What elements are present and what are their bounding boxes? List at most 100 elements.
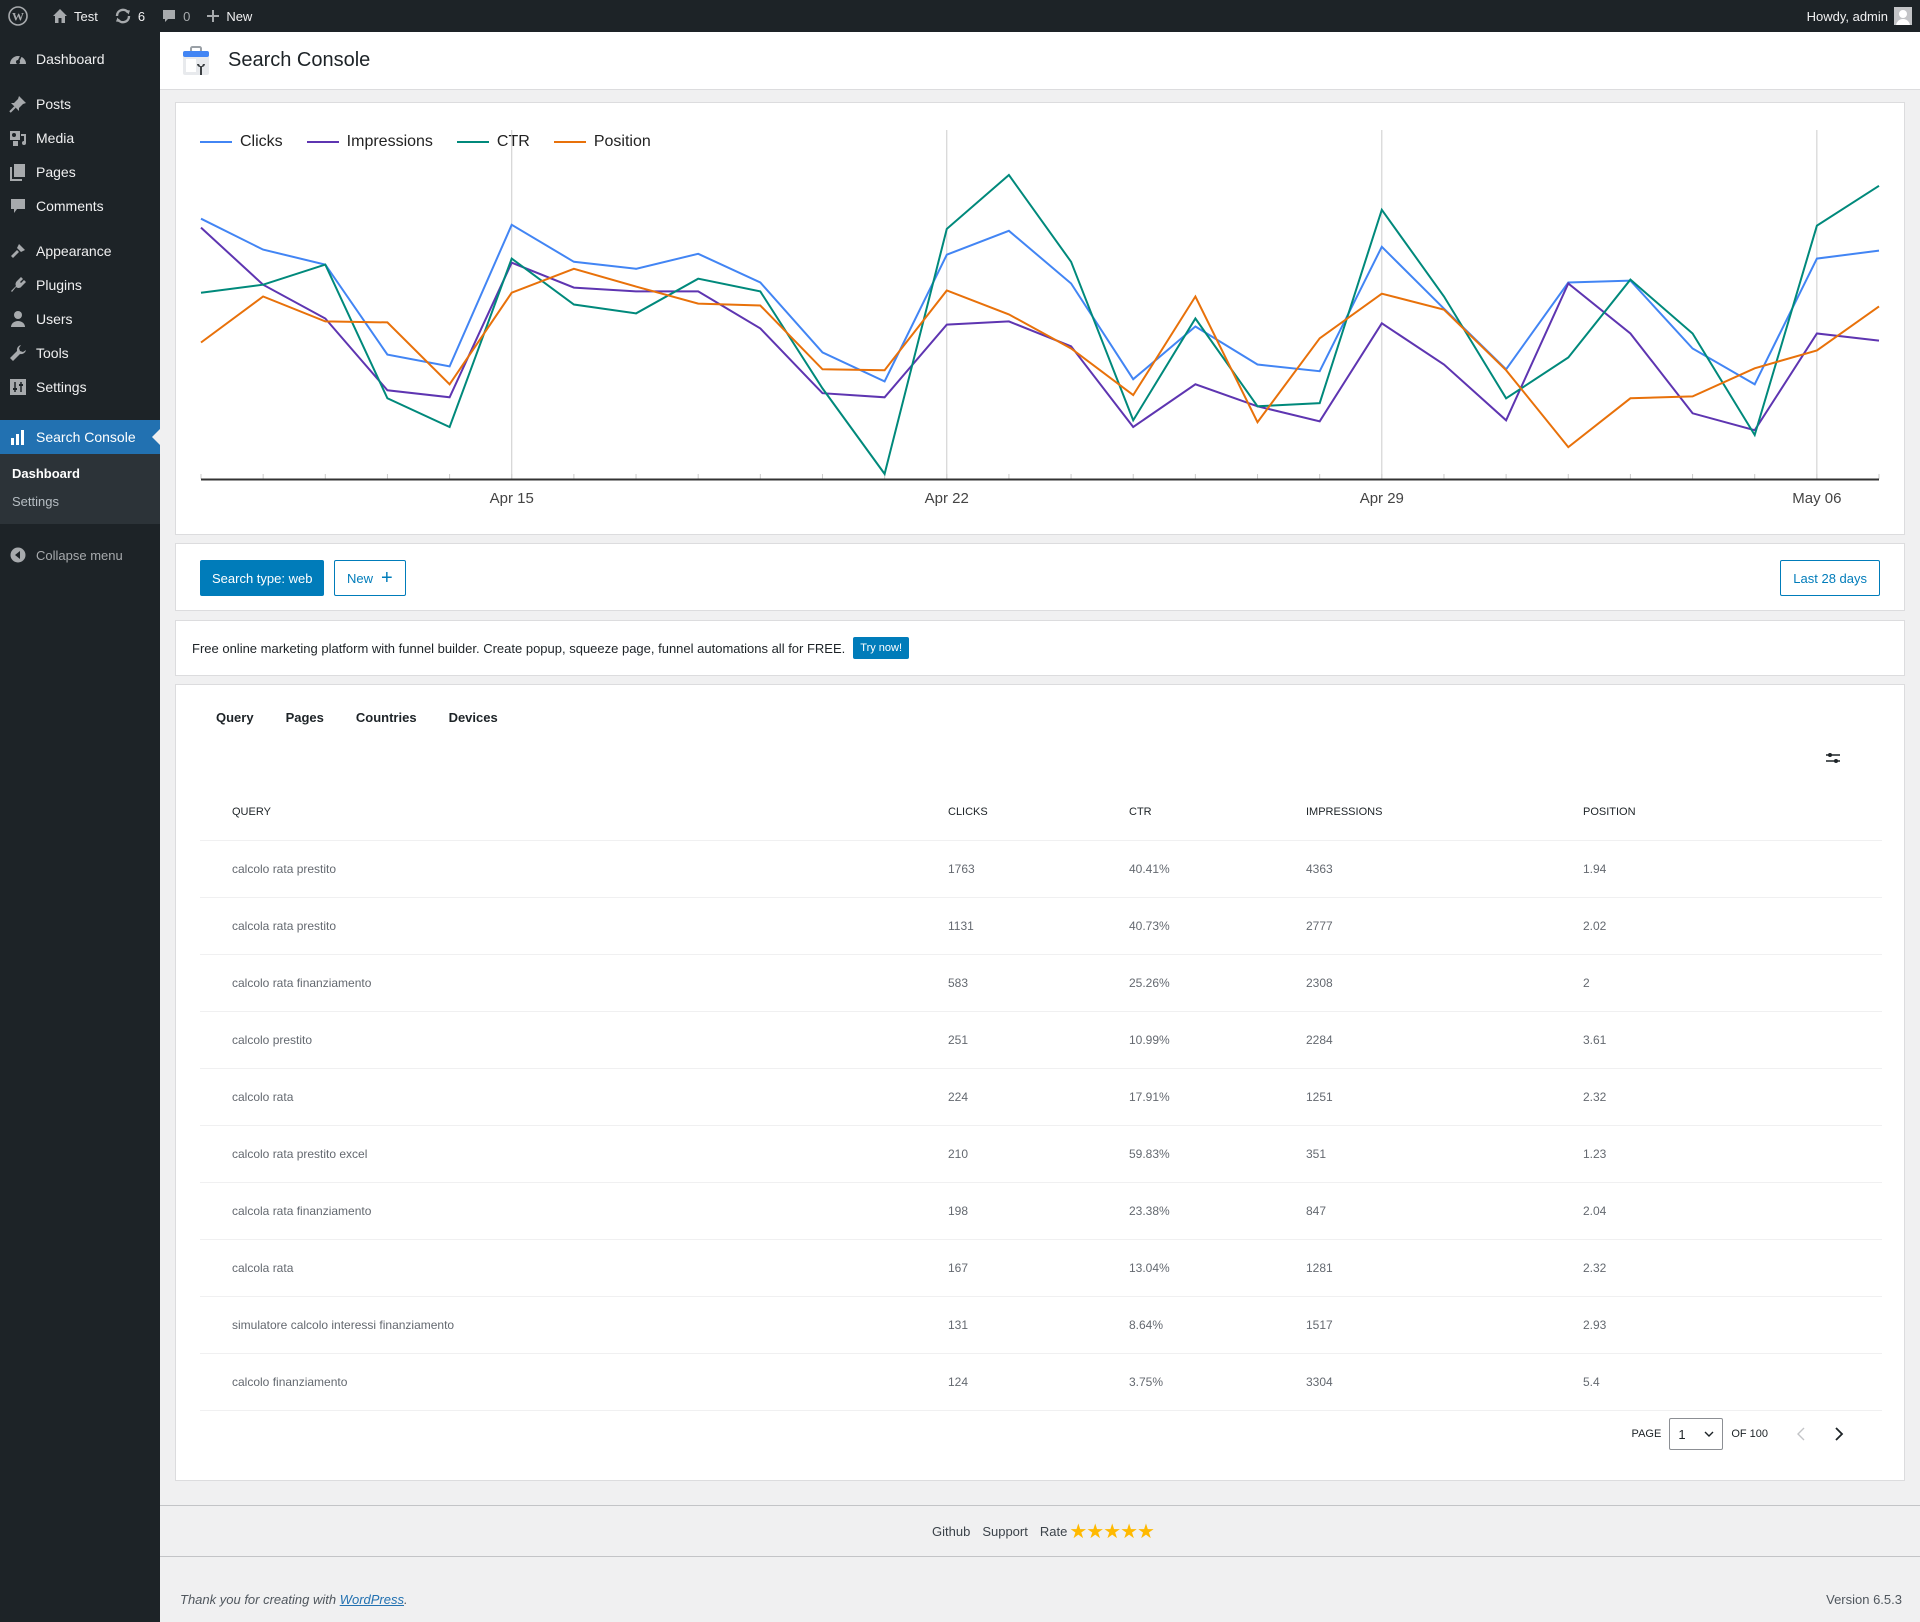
table-row[interactable]: calcola rata prestito 1131 40.73% 2777 2.02 xyxy=(200,897,1882,955)
table-row[interactable]: calcola rata finanziamento 198 23.38% 847 2.… xyxy=(200,1182,1882,1240)
search-console-submenu: Dashboard Settings xyxy=(0,454,160,524)
wordpress-link[interactable]: WordPress xyxy=(340,1592,404,1607)
sidebar-item-label: Tools xyxy=(36,345,69,361)
my-account-link[interactable]: Howdy, admin xyxy=(1799,0,1920,32)
updates-count: 6 xyxy=(137,8,146,24)
previous-page-button[interactable] xyxy=(1796,1427,1806,1441)
site-name-link[interactable]: Test xyxy=(44,0,106,32)
next-page-button[interactable] xyxy=(1834,1427,1844,1441)
column-header-clicks[interactable]: Clicks xyxy=(948,785,1129,841)
table-row[interactable]: simulatore calcolo interessi finanziamen… xyxy=(200,1296,1882,1354)
column-header-ctr[interactable]: CTR xyxy=(1129,785,1306,841)
cell-position: 1.94 xyxy=(1583,840,1882,898)
date-range-button[interactable]: Last 28 days xyxy=(1780,560,1880,596)
submenu-item-dashboard[interactable]: Dashboard xyxy=(12,466,80,481)
tab-countries[interactable]: Countries xyxy=(356,710,417,725)
pagination: PAGE 1 OF 100 xyxy=(1632,1418,1844,1450)
page-select[interactable]: 1 xyxy=(1669,1418,1724,1450)
comment-icon xyxy=(11,199,25,213)
sidebar-item-dashboard[interactable]: Dashboard xyxy=(0,42,160,76)
collapse-menu-button[interactable]: Collapse menu xyxy=(0,538,160,572)
report-table-card: Query Pages Countries Devices Query Clic… xyxy=(175,684,1905,1481)
comments-count: 0 xyxy=(183,8,191,24)
media-icon xyxy=(10,131,26,146)
page-title: Search Console xyxy=(228,49,371,71)
try-now-button[interactable]: Try now! xyxy=(853,637,910,659)
submenu-item-settings[interactable]: Settings xyxy=(12,494,59,509)
sidebar-item-settings[interactable]: Settings xyxy=(0,370,160,404)
cell-position: 1.23 xyxy=(1583,1125,1882,1183)
sidebar-item-label: Appearance xyxy=(36,243,112,259)
sidebar-item-label: Pages xyxy=(36,164,76,180)
tab-pages[interactable]: Pages xyxy=(286,710,324,725)
cell-ctr: 8.64% xyxy=(1129,1296,1306,1354)
cell-query: calcolo finanziamento xyxy=(200,1353,948,1411)
brush-icon xyxy=(11,244,25,258)
cell-clicks: 251 xyxy=(948,1011,1129,1069)
footer-thanks-suffix: . xyxy=(404,1592,408,1607)
sidebar-item-users[interactable]: Users xyxy=(0,302,160,336)
collapse-menu-label: Collapse menu xyxy=(36,547,123,563)
sidebar-item-tools[interactable]: Tools xyxy=(0,336,160,370)
wordpress-logo-button[interactable]: W xyxy=(0,0,44,32)
rate-link[interactable]: Rate xyxy=(1040,1524,1067,1539)
x-tick-label: Apr 15 xyxy=(490,490,534,507)
footer-thanks: Thank you for creating with WordPress. xyxy=(180,1592,408,1607)
chevron-left-icon xyxy=(1797,1427,1805,1441)
new-content-link[interactable]: New xyxy=(198,0,260,32)
column-header-query[interactable]: Query xyxy=(200,785,948,841)
promo-banner: Free online marketing platform with funn… xyxy=(175,620,1905,676)
sidebar-item-label: Dashboard xyxy=(36,51,105,67)
cell-position: 2.02 xyxy=(1583,897,1882,955)
updates-link[interactable]: 6 xyxy=(106,0,153,32)
wrench-icon xyxy=(10,345,26,361)
github-link[interactable]: Github xyxy=(932,1524,970,1539)
sidebar-item-plugins[interactable]: Plugins xyxy=(0,268,160,302)
table-row[interactable]: calcolo rata finanziamento 583 25.26% 2308 2 xyxy=(200,954,1882,1012)
cell-position: 2.04 xyxy=(1583,1182,1882,1240)
sidebar-item-pages[interactable]: Pages xyxy=(0,155,160,189)
site-name: Test xyxy=(74,8,98,24)
column-header-position[interactable]: Position xyxy=(1583,785,1882,841)
plus-icon xyxy=(207,10,220,22)
plugin-footer: Github Support Rate ★★★★★ xyxy=(160,1505,1920,1557)
table-row[interactable]: calcolo rata prestito 1763 40.41% 4363 1.94 xyxy=(200,840,1882,898)
table-row[interactable]: calcolo rata prestito excel 210 59.83% 351 1… xyxy=(200,1125,1882,1183)
sidebar-item-media[interactable]: Media xyxy=(0,121,160,155)
wp-version: Version 6.5.3 xyxy=(1826,1592,1902,1607)
greeting: Howdy, admin xyxy=(1806,8,1888,24)
cell-ctr: 10.99% xyxy=(1129,1011,1306,1069)
cell-query: calcolo rata finanziamento xyxy=(200,954,948,1012)
sidebar-item-comments[interactable]: Comments xyxy=(0,189,160,223)
tab-query[interactable]: Query xyxy=(216,710,254,725)
cell-query: simulatore calcolo interessi finanziamen… xyxy=(200,1296,948,1354)
search-type-button[interactable]: Search type: web xyxy=(200,560,325,596)
cell-ctr: 17.91% xyxy=(1129,1068,1306,1126)
x-tick-label: May 06 xyxy=(1792,490,1841,507)
line-chart: Apr 15 Apr 22 Apr 29 May 06 xyxy=(200,130,1880,507)
support-link[interactable]: Support xyxy=(982,1524,1028,1539)
table-row[interactable]: calcola rata 167 13.04% 1281 2.32 xyxy=(200,1239,1882,1297)
rating-stars-icon[interactable]: ★★★★★ xyxy=(1069,1519,1155,1544)
new-filter-button[interactable]: New + xyxy=(334,560,406,596)
column-header-impressions[interactable]: Impressions xyxy=(1306,785,1583,841)
performance-chart-card: Clicks Impressions CTR Position Apr 15 Ap… xyxy=(175,102,1905,535)
cell-ctr: 40.73% xyxy=(1129,897,1306,955)
cell-query: calcola rata xyxy=(200,1239,948,1297)
table-row[interactable]: calcolo prestito 251 10.99% 2284 3.61 xyxy=(200,1011,1882,1069)
cell-query: calcolo rata prestito excel xyxy=(200,1125,948,1183)
avatar xyxy=(1894,7,1912,25)
series-line-ctr xyxy=(200,173,1880,477)
new-label: New xyxy=(226,8,253,24)
sidebar-item-appearance[interactable]: Appearance xyxy=(0,234,160,268)
search-console-icon xyxy=(183,45,209,75)
cell-position: 2.32 xyxy=(1583,1068,1882,1126)
current-page: 1 xyxy=(1678,1426,1686,1442)
table-row[interactable]: calcolo rata 224 17.91% 1251 2.32 xyxy=(200,1068,1882,1126)
sidebar-item-posts[interactable]: Posts xyxy=(0,87,160,121)
comments-link[interactable]: 0 xyxy=(153,0,198,32)
table-row[interactable]: calcolo finanziamento 124 3.75% 3304 5.4 xyxy=(200,1353,1882,1411)
sidebar-item-search-console[interactable]: Search Console xyxy=(0,420,160,454)
column-settings-button[interactable] xyxy=(1825,751,1841,770)
tab-devices[interactable]: Devices xyxy=(449,710,498,725)
